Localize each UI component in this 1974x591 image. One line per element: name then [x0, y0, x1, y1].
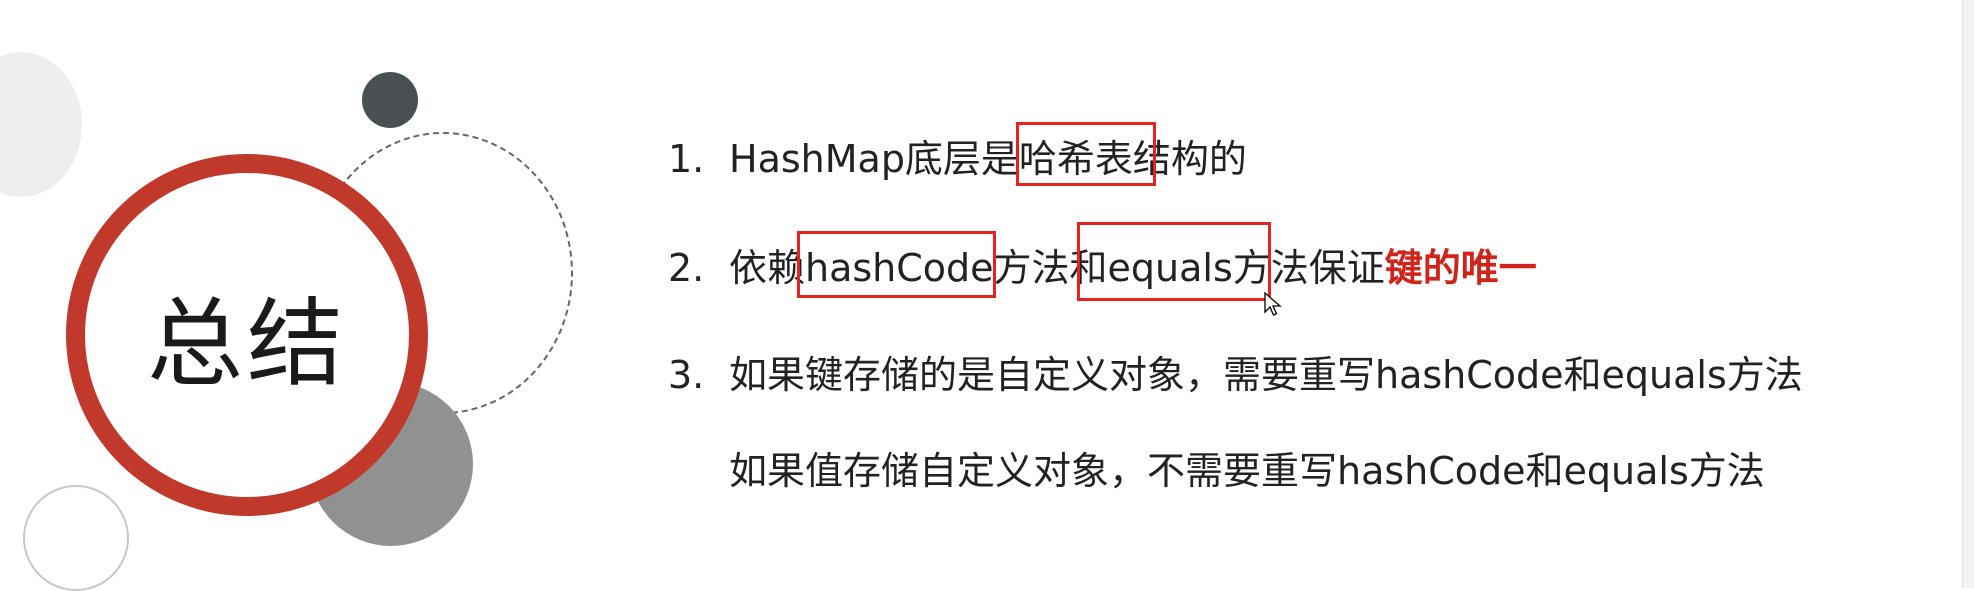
- decor-light-gray-circle: [0, 52, 82, 197]
- mouse-cursor-icon: [1264, 292, 1282, 316]
- item-text: 如果键存储的是自定义对象，需要重写hashCode和equals方法: [729, 353, 1803, 397]
- highlight-box-equals: [1077, 222, 1271, 301]
- slide-title: 总结: [147, 287, 347, 400]
- highlight-box-hash-table: [1016, 122, 1156, 186]
- highlight-box-hashcode: [797, 231, 996, 298]
- item-number: 1.: [668, 137, 705, 181]
- right-edge-bar: [1962, 0, 1974, 588]
- item-number: 3.: [668, 353, 705, 397]
- item-number: 2.: [668, 246, 705, 290]
- item-emphasis: 键的唯一: [1384, 246, 1537, 290]
- item-text: 如果值存储自定义对象，不需要重写hashCode和equals方法: [729, 449, 1765, 493]
- decor-dark-dot: [362, 72, 418, 128]
- title-ring: 总结: [66, 154, 428, 516]
- item-text: HashMap底层是哈希表结构的: [729, 137, 1247, 181]
- decor-outline-circle: [23, 485, 129, 591]
